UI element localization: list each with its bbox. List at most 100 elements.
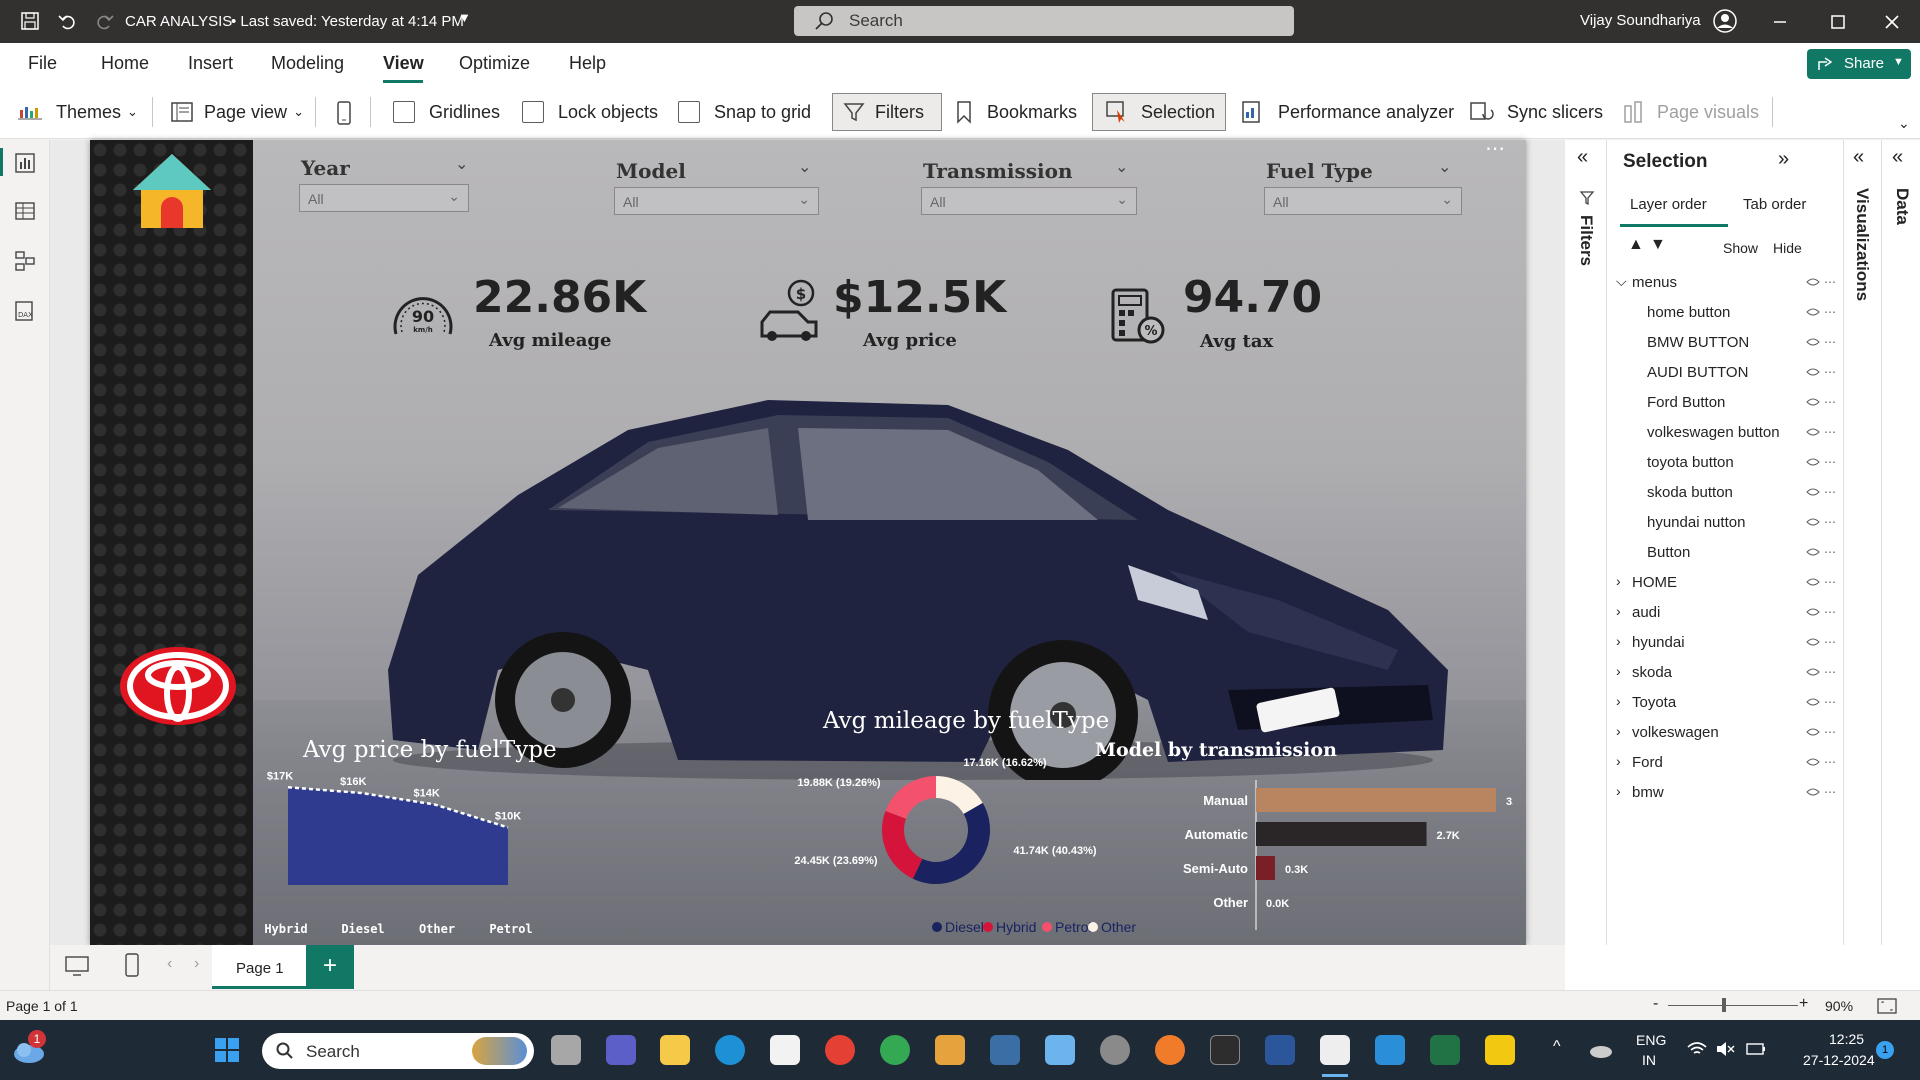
file-explorer-icon[interactable] [660,1035,690,1065]
show-hidden-icons-chevron[interactable]: ^ [1553,1038,1561,1056]
tab-layer-order[interactable]: Layer order [1630,196,1707,213]
menu-view[interactable]: View [383,53,424,74]
visibility-eye-icon[interactable] [1806,427,1820,437]
table-view-icon[interactable] [14,200,36,222]
chevron-right-icon[interactable]: › [1616,723,1621,739]
chevron-down-icon[interactable]: ⌄ [1438,157,1451,177]
layer-group-menus[interactable]: menus [1632,274,1677,291]
snap-to-grid-checkbox[interactable]: Snap to grid [678,93,811,131]
fit-to-page-icon[interactable] [1876,997,1898,1015]
close-icon[interactable] [1882,12,1902,32]
filters-pane-collapsed[interactable]: « Filters [1565,140,1607,945]
layer-group[interactable]: hyundai [1632,634,1685,651]
more-options-icon[interactable]: ⋯ [1824,275,1836,289]
chevron-right-icon[interactable]: › [1616,783,1621,799]
redo-icon[interactable] [95,11,115,31]
mobile-layout-icon[interactable] [124,953,140,977]
taskbar-search-box[interactable]: Search [262,1033,534,1069]
more-options-icon[interactable]: ⋯ [1824,485,1836,499]
clock-date[interactable]: 27-12-2024 [1803,1052,1875,1068]
report-view-icon[interactable] [14,152,36,174]
layer-item[interactable]: Button [1647,544,1690,561]
more-options-icon[interactable]: ⋯ [1824,635,1836,649]
menu-modeling[interactable]: Modeling [271,53,344,74]
layer-group[interactable]: bmw [1632,784,1664,801]
visibility-eye-icon[interactable] [1806,307,1820,317]
share-button[interactable]: Share ▼ [1807,49,1911,79]
volume-muted-icon[interactable] [1715,1040,1735,1058]
layer-group[interactable]: skoda [1632,664,1672,681]
more-options-icon[interactable]: ⋯ [1824,425,1836,439]
language-region[interactable]: IN [1642,1052,1656,1068]
visibility-eye-icon[interactable] [1806,547,1820,557]
chevron-down-icon[interactable]: ⌄ [455,154,468,174]
store-icon[interactable] [770,1035,800,1065]
layer-item[interactable]: home button [1647,304,1730,321]
minimize-icon[interactable] [1770,12,1790,32]
layer-item[interactable]: skoda button [1647,484,1733,501]
layer-item[interactable]: toyota button [1647,454,1734,471]
layer-group[interactable]: Ford [1632,754,1663,771]
visibility-eye-icon[interactable] [1806,727,1820,737]
next-page-icon[interactable]: › [194,955,199,973]
document-title[interactable]: CAR ANALYSIS [125,13,232,30]
show-all-button[interactable]: Show [1723,240,1758,256]
layer-group[interactable]: HOME [1632,574,1677,591]
more-options-icon[interactable]: ⋯ [1824,665,1836,679]
app-icon[interactable] [935,1035,965,1065]
onedrive-icon[interactable] [1588,1040,1614,1060]
home-icon[interactable] [131,152,213,232]
snipping-tool-icon[interactable] [1320,1035,1350,1065]
sync-slicers-button[interactable]: Sync slicers [1469,93,1603,131]
layer-item[interactable]: AUDI BUTTON [1647,364,1748,381]
menu-file[interactable]: File [28,53,57,74]
chrome-profile-icon[interactable] [880,1035,910,1065]
layer-group[interactable]: Toyota [1632,694,1676,711]
more-options-icon[interactable]: ⋯ [1824,545,1836,559]
windows-start-icon[interactable] [214,1037,240,1063]
lock-objects-checkbox[interactable]: Lock objects [522,93,658,131]
undo-icon[interactable] [57,11,77,31]
mobile-layout-icon[interactable] [336,101,352,125]
zoom-slider[interactable] [1668,1005,1798,1006]
page-visuals-button[interactable]: Page visuals [1623,93,1759,131]
save-icon[interactable] [20,11,40,31]
terminal-icon[interactable] [1210,1035,1240,1065]
themes-button[interactable]: Themes ⌄ [18,93,138,131]
menu-optimize[interactable]: Optimize [459,53,530,74]
visibility-eye-icon[interactable] [1806,367,1820,377]
visibility-eye-icon[interactable] [1806,337,1820,347]
more-options-icon[interactable]: ⋯ [1485,140,1505,161]
menu-insert[interactable]: Insert [188,53,233,74]
layer-group[interactable]: audi [1632,604,1660,621]
data-pane-collapsed[interactable]: « Data [1882,140,1920,945]
more-options-icon[interactable]: ⋯ [1824,725,1836,739]
avg-price-area-chart[interactable]: Hybrid Diesel Other Petrol $17K $16K $14K $10K [253,770,583,945]
zoom-in-button[interactable]: + [1799,995,1808,1013]
clock-time[interactable]: 12:25 [1829,1031,1864,1047]
tab-tab-order[interactable]: Tab order [1743,196,1806,213]
visibility-eye-icon[interactable] [1806,667,1820,677]
move-down-icon[interactable]: ▼ [1650,236,1666,254]
power-bi-icon[interactable] [1485,1035,1515,1065]
battery-icon[interactable] [1745,1040,1767,1058]
chevron-right-icon[interactable]: › [1616,753,1621,769]
photos-icon[interactable] [1375,1035,1405,1065]
visibility-eye-icon[interactable] [1806,787,1820,797]
chevron-right-icon[interactable]: › [1616,693,1621,709]
teams-icon[interactable] [606,1035,636,1065]
chevron-down-icon[interactable]: ⌵ [1616,273,1627,290]
layer-item[interactable]: volkeswagen button [1647,424,1780,441]
dax-query-view-icon[interactable]: DAX [14,300,36,322]
more-options-icon[interactable]: ⋯ [1824,365,1836,379]
menu-home[interactable]: Home [101,53,149,74]
slicer-dropdown-transmission[interactable]: All ⌄ [921,187,1137,215]
visualizations-pane-collapsed[interactable]: « Visualizations [1844,140,1881,945]
chevron-right-icon[interactable]: › [1616,663,1621,679]
slicer-dropdown-model[interactable]: All ⌄ [614,187,819,215]
wifi-icon[interactable] [1686,1040,1708,1058]
chevron-right-icon[interactable]: › [1616,603,1621,619]
bookmarks-button[interactable]: Bookmarks [955,93,1077,131]
menu-help[interactable]: Help [569,53,606,74]
layer-item[interactable]: BMW BUTTON [1647,334,1749,351]
